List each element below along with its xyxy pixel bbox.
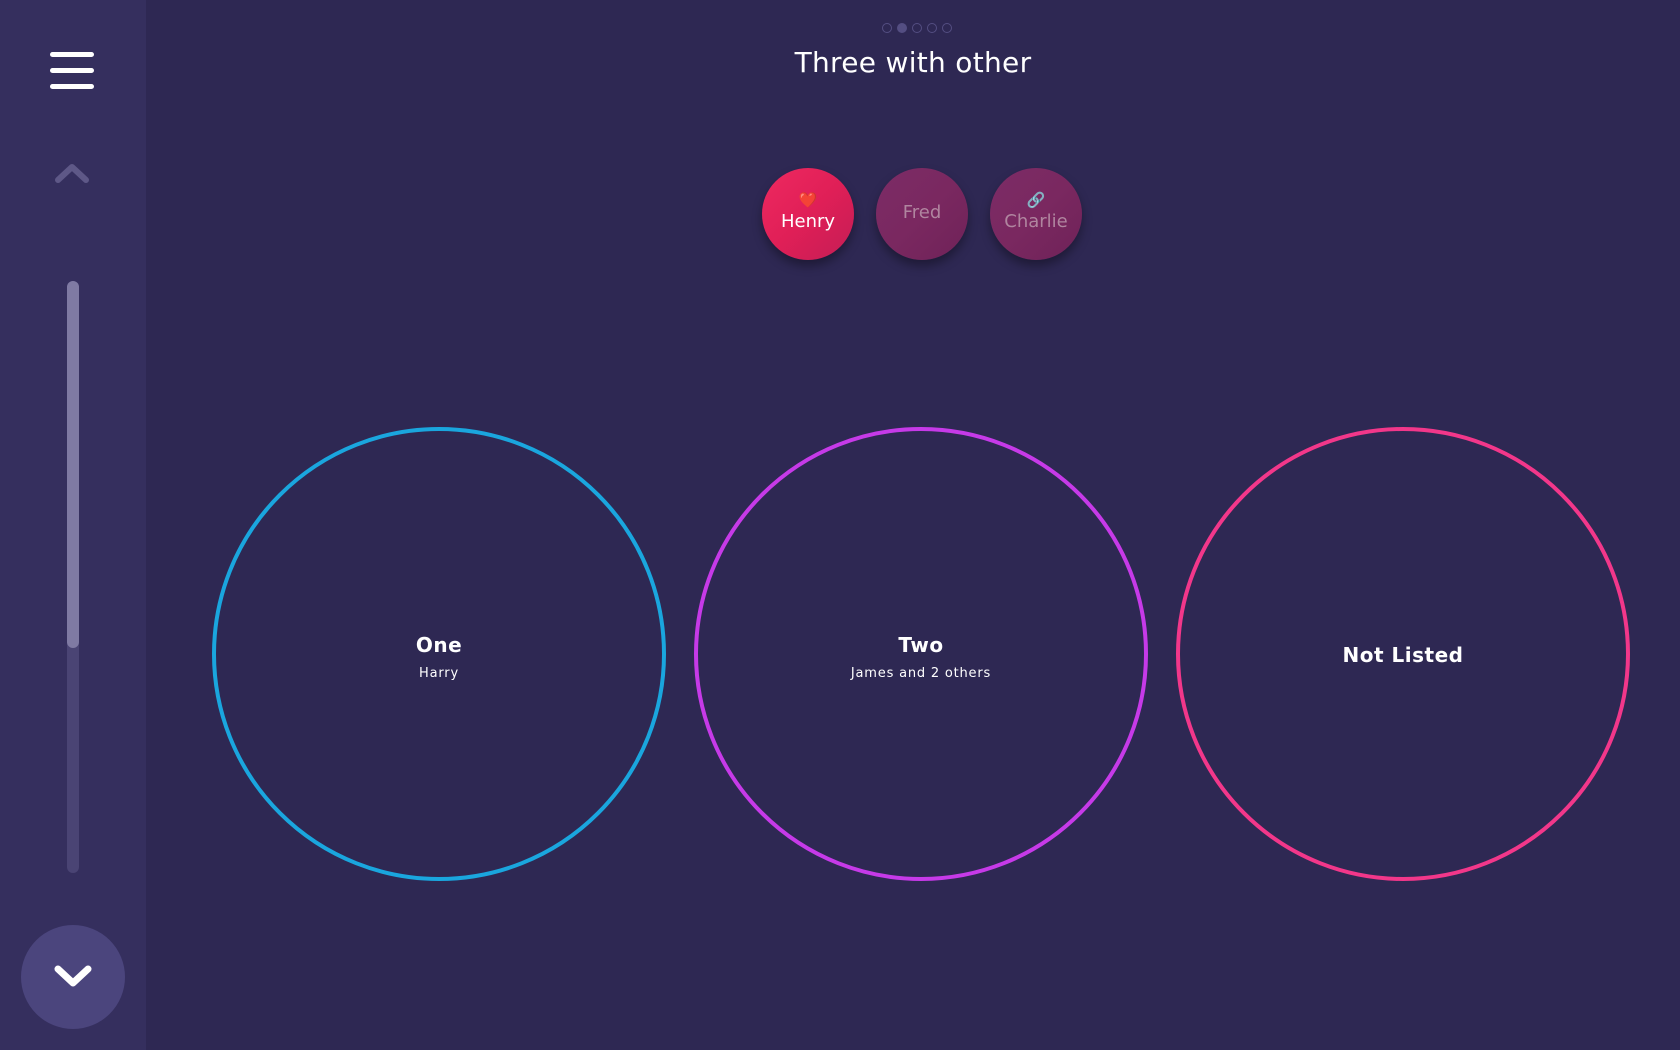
- option-bubble-not-listed[interactable]: Not Listed: [1176, 427, 1630, 881]
- page-title: Three with other: [794, 46, 1032, 79]
- chevron-up-icon[interactable]: [52, 160, 92, 186]
- chip-label: Charlie: [1004, 211, 1068, 232]
- person-chip-charlie[interactable]: 🔗 Charlie: [990, 168, 1082, 260]
- person-chip-fred[interactable]: Fred: [876, 168, 968, 260]
- page-dot[interactable]: [897, 23, 907, 33]
- page-dot[interactable]: [882, 23, 892, 33]
- option-subtitle: Harry: [419, 666, 459, 681]
- scrollbar-track[interactable]: [67, 281, 79, 873]
- chevron-down-icon: [54, 965, 92, 987]
- menu-bar: [50, 84, 94, 89]
- option-title: One: [415, 633, 463, 657]
- person-chip-henry[interactable]: ❤️ Henry: [762, 168, 854, 260]
- chip-label: Henry: [780, 211, 836, 232]
- option-title: Two: [898, 633, 944, 657]
- menu-bar: [50, 52, 94, 57]
- person-chip-group: ❤️ Henry Fred 🔗 Charlie: [762, 168, 1082, 260]
- sidebar: [0, 0, 146, 1050]
- main-content: Three with other ❤️ Henry Fred 🔗 Charlie…: [146, 0, 1680, 1050]
- chip-label: Fred: [902, 202, 942, 223]
- menu-bar: [50, 68, 94, 73]
- hamburger-menu-icon[interactable]: [50, 52, 94, 92]
- scroll-down-button[interactable]: [21, 925, 125, 1029]
- option-subtitle: James and 2 others: [850, 666, 992, 681]
- option-bubble-two[interactable]: Two James and 2 others: [694, 427, 1148, 881]
- scrollbar-thumb[interactable]: [67, 281, 79, 648]
- heart-icon: ❤️: [798, 191, 818, 209]
- page-dot[interactable]: [912, 23, 922, 33]
- page-dot[interactable]: [942, 23, 952, 33]
- link-icon: 🔗: [1026, 191, 1046, 209]
- option-bubble-one[interactable]: One Harry: [212, 427, 666, 881]
- option-title: Not Listed: [1342, 643, 1464, 667]
- page-dot[interactable]: [927, 23, 937, 33]
- page-indicator: [882, 23, 952, 37]
